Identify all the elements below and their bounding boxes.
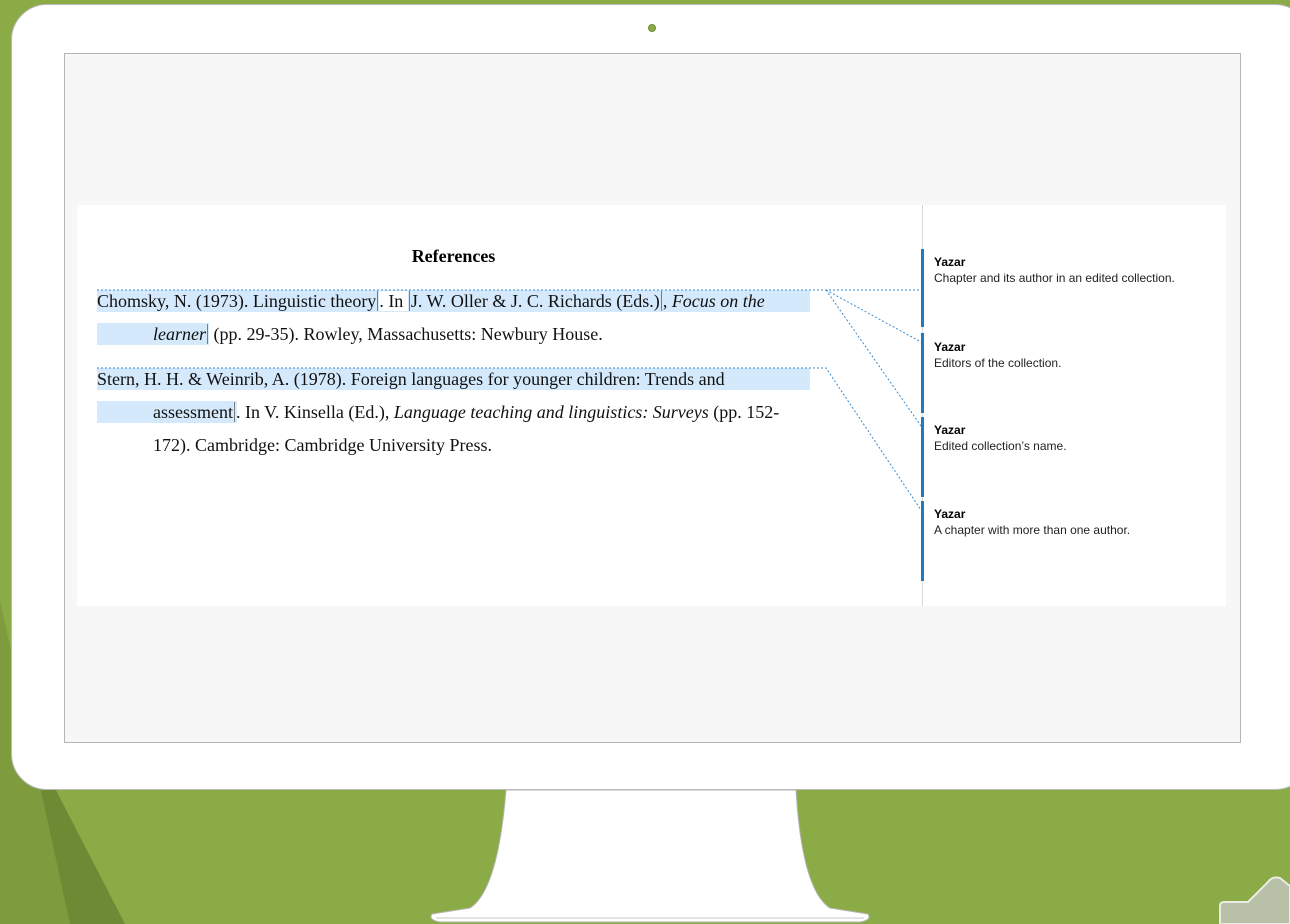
comment-indicator — [921, 417, 924, 497]
comment-1[interactable]: Yazar Chapter and its author in an edite… — [934, 255, 1219, 286]
comment-author: Yazar — [934, 423, 966, 437]
comment-3[interactable]: Yazar Edited collection’s name. — [934, 423, 1219, 454]
reference-1-editors[interactable]: J. W. Oller & J. C. Richards (Eds.) — [411, 291, 660, 311]
reference-2-chapter[interactable]: assessment — [153, 402, 233, 422]
comment-anchor — [660, 291, 662, 311]
comment-author: Yazar — [934, 340, 966, 354]
reference-2-text: . In V. Kinsella (Ed.), — [236, 402, 394, 422]
reference-1-line-2[interactable]: learner (pp. 29-35). Rowley, Massachuset… — [153, 323, 603, 345]
comment-text: A chapter with more than one author. — [934, 523, 1131, 537]
reference-2-line-2[interactable]: assessment. In V. Kinsella (Ed.), Langua… — [153, 401, 779, 423]
comment-indicator — [921, 249, 924, 327]
monitor-stand — [430, 790, 870, 923]
comment-4[interactable]: Yazar A chapter with more than one autho… — [934, 507, 1219, 538]
reference-1-collection[interactable]: Focus on the — [672, 291, 765, 311]
reference-2-line-3: 172). Cambridge: Cambridge University Pr… — [153, 435, 492, 455]
comment-text: Editors of the collection. — [934, 356, 1062, 370]
comment-indicator — [921, 333, 924, 413]
comment-anchor — [207, 324, 208, 344]
speaker-icon[interactable] — [1216, 876, 1290, 924]
comment-2[interactable]: Yazar Editors of the collection. — [934, 340, 1219, 371]
reference-1-collection[interactable]: learner — [153, 324, 206, 344]
webcam-icon — [648, 24, 656, 32]
comment-author: Yazar — [934, 255, 966, 269]
reference-1-text: . In — [379, 291, 408, 311]
reference-2-text: (pp. 152- — [708, 402, 780, 422]
comment-text: Edited collection’s name. — [934, 439, 1067, 453]
comment-text: Chapter and its author in an edited coll… — [934, 271, 1175, 285]
comment-author: Yazar — [934, 507, 966, 521]
reference-1-line-1[interactable]: Chomsky, N. (1973). Linguistic theory. I… — [97, 290, 765, 312]
references-heading: References — [411, 246, 496, 266]
comment-anchor — [234, 402, 235, 422]
reference-2-line-1[interactable]: Stern, H. H. & Weinrib, A. (1978). Forei… — [97, 368, 725, 390]
reference-1-text: (pp. 29-35). Rowley, Massachusetts: Newb… — [209, 324, 603, 344]
reference-1-chapter[interactable]: Chomsky, N. (1973). Linguistic theory — [97, 291, 376, 311]
comment-indicator — [921, 501, 924, 581]
comment-anchor — [408, 291, 410, 311]
reference-1-text: , — [662, 291, 672, 311]
reference-2-collection: Language teaching and linguistics: Surve… — [393, 402, 709, 422]
